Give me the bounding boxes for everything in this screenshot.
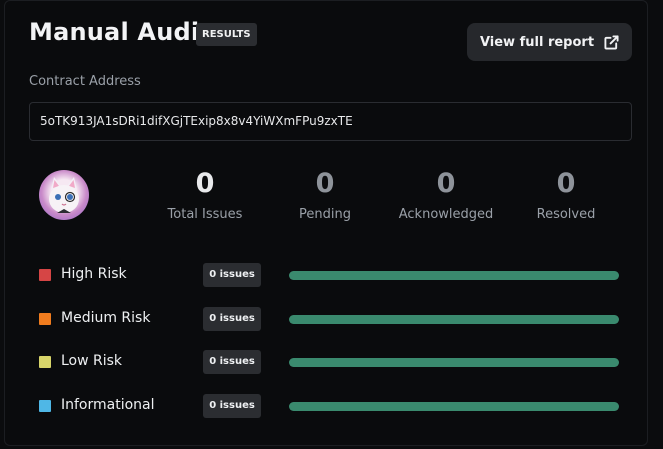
contract-address-field[interactable]: 5oTK913JA1sDRi1difXGjTExip8x8v4YiWXmFPu9… xyxy=(29,102,632,141)
high-risk-color-icon xyxy=(39,269,51,281)
contract-address-label: Contract Address xyxy=(29,74,141,89)
audit-card: Manual Audit RESULTS View full report Co… xyxy=(4,0,648,446)
low-risk-color-icon xyxy=(39,356,51,368)
risk-name: Low Risk xyxy=(61,353,123,369)
results-badge: RESULTS xyxy=(196,23,257,46)
risk-count-badge: 0 issues xyxy=(203,394,261,418)
stat-label: Acknowledged xyxy=(398,207,494,222)
stat-value: 0 xyxy=(556,168,576,199)
risk-progress-bar xyxy=(289,402,619,411)
risk-row-low: Low Risk 0 issues xyxy=(39,350,629,374)
risk-name: Medium Risk xyxy=(61,310,151,326)
stat-label: Total Issues xyxy=(167,207,243,222)
stat-label: Pending xyxy=(299,207,351,222)
risk-row-medium: Medium Risk 0 issues xyxy=(39,307,629,331)
informational-color-icon xyxy=(39,400,51,412)
stat-total-issues: 0 Total Issues xyxy=(150,167,260,222)
avatar xyxy=(39,170,89,220)
risk-row-high: High Risk 0 issues xyxy=(39,263,629,287)
risk-progress-bar xyxy=(289,358,619,367)
risk-name: High Risk xyxy=(61,266,127,282)
risk-count-badge: 0 issues xyxy=(203,307,261,331)
risk-progress-bar xyxy=(289,315,619,324)
stat-label: Resolved xyxy=(536,207,596,222)
cat-avatar-icon xyxy=(49,177,79,213)
risk-count-badge: 0 issues xyxy=(203,263,261,287)
stat-value: 0 xyxy=(315,168,335,199)
external-link-icon xyxy=(604,34,619,50)
stat-resolved: 0 Resolved xyxy=(511,167,621,222)
risk-name: Informational xyxy=(61,397,155,413)
stat-pending: 0 Pending xyxy=(270,167,380,222)
risk-row-informational: Informational 0 issues xyxy=(39,394,629,418)
stat-value: 0 xyxy=(195,168,215,199)
risk-progress-bar xyxy=(289,271,619,280)
view-full-report-label: View full report xyxy=(479,34,595,50)
page-title: Manual Audit xyxy=(29,18,211,46)
stat-value: 0 xyxy=(436,168,456,199)
view-full-report-button[interactable]: View full report xyxy=(467,23,632,61)
medium-risk-color-icon xyxy=(39,313,51,325)
stat-acknowledged: 0 Acknowledged xyxy=(391,167,501,222)
risk-count-badge: 0 issues xyxy=(203,350,261,374)
